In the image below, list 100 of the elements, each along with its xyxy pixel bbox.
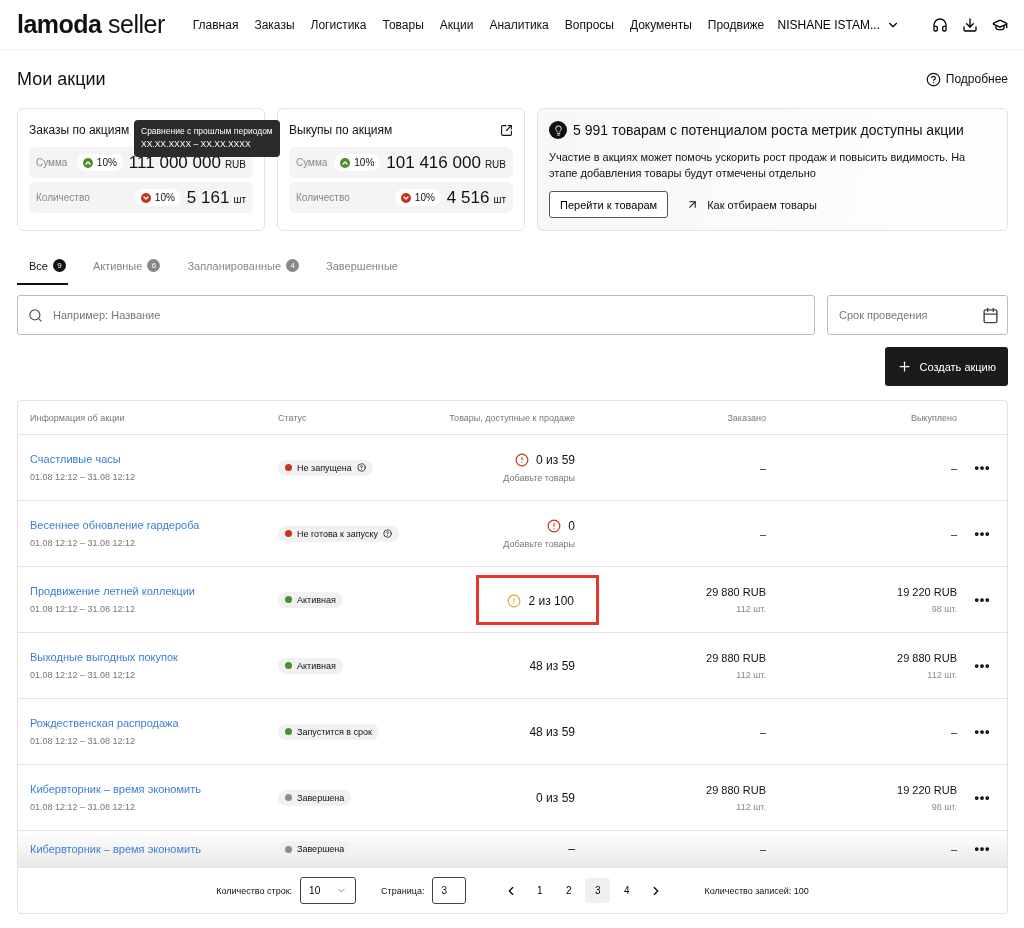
date-range: 01.08 12:12 – 31.08 12:12 (30, 670, 137, 680)
create-button[interactable]: Создать акцию (884, 347, 1008, 386)
nav-link[interactable]: Аналитика (489, 17, 549, 32)
count-badge: 6 (147, 259, 161, 272)
ordered-value: – (759, 527, 766, 540)
bought-value: 19 220 RUB (897, 585, 957, 598)
page-button[interactable]: 3 (585, 878, 611, 903)
ordered-value: – (759, 725, 766, 738)
status-badge: Запустится в срок (278, 723, 379, 740)
nav-link[interactable]: Товары (382, 17, 424, 32)
user-menu[interactable]: NISHANE ISTAM... (777, 17, 900, 32)
search-icon (28, 307, 43, 323)
metric-label: Сумма (296, 157, 329, 168)
metric-value: 101 416 000 RUB (386, 152, 506, 173)
card-title: Заказы по акциям (29, 123, 130, 137)
ordered-value: – (759, 461, 766, 474)
metric-label: Количество (36, 192, 91, 203)
ordered-value: – (759, 843, 766, 855)
hint-text: Добавьте товары (503, 538, 575, 549)
column-header: Информация об акции (30, 412, 126, 423)
bought-value: – (950, 527, 957, 540)
date-range: 01.08 12:12 – 31.08 12:12 (30, 538, 137, 548)
change-badge: 10% (394, 189, 441, 206)
total-records: Количество записей: 100 (704, 885, 809, 896)
bought-value: – (950, 725, 957, 738)
status-badge: Завершена (278, 841, 352, 857)
plus-icon (896, 359, 912, 374)
products-count: 0 из 59 (515, 452, 575, 467)
page-button[interactable]: 4 (614, 878, 640, 903)
column-header: Статус (278, 412, 308, 423)
nav-link[interactable]: Продвиже (707, 17, 765, 32)
promotion-link[interactable]: Кибервторник – время экономить (30, 843, 278, 855)
metric-label: Количество (296, 192, 351, 203)
bought-quantity: 98 шт. (931, 603, 957, 614)
download-icon[interactable] (962, 16, 978, 33)
rows-select[interactable]: 10 (300, 877, 357, 904)
products-count: 0 (547, 518, 575, 533)
date-field[interactable]: Срок проведения (827, 295, 1008, 335)
bought-quantity: 112 шт. (927, 669, 957, 680)
nav-link[interactable]: Логистика (310, 17, 367, 32)
bought-value: – (950, 461, 957, 474)
date-range: 01.08 12:12 – 31.08 12:12 (30, 802, 137, 812)
date-range: 01.08 12:12 – 31.08 12:12 (30, 604, 137, 614)
metric-value: 4 516 шт (446, 187, 506, 208)
products-count: 48 из 59 (529, 658, 575, 673)
bought-value: 19 220 RUB (897, 783, 957, 796)
bought-quantity: 98 шт. (931, 801, 957, 812)
tab[interactable]: Активные 6 (80, 249, 163, 285)
rows-label: Количество строк: (216, 885, 293, 896)
tooltip: Сравнение с прошлым периодом XX.XX.XXXX – XX.XX.XXXX (134, 120, 280, 157)
date-range: 01.08 12:12 – 31.08 12:12 (30, 472, 137, 482)
ordered-quantity: 112 шт. (736, 801, 766, 812)
status-badge: Завершена (278, 789, 352, 806)
column-header: Выкуплено (909, 412, 957, 423)
ordered-quantity: 112 шт. (736, 669, 766, 680)
headphones-icon[interactable] (932, 16, 948, 33)
help-icon (925, 71, 941, 87)
page-button[interactable]: 1 (527, 878, 553, 903)
promotion-link[interactable]: Выходные выгодных покупок (30, 651, 278, 663)
calendar-icon (982, 306, 999, 324)
count-badge: 4 (286, 259, 300, 272)
change-badge: 10% (134, 189, 181, 206)
page-button[interactable]: 2 (556, 878, 582, 903)
column-header: Товары, доступные к продаже (448, 412, 575, 423)
nav-link[interactable]: Документы (629, 17, 692, 32)
help-icon[interactable] (356, 463, 366, 472)
external-link-icon[interactable] (500, 123, 513, 137)
nav-link[interactable]: Акции (439, 17, 474, 32)
products-count: 48 из 59 (529, 724, 575, 739)
info-link[interactable]: Как отбираем товары (686, 198, 817, 211)
promo-text: Участие в акциях может помочь ускорить рост продаж и повысить видимость. На этапе добавления товары будут отмечены отдельно (549, 150, 967, 181)
count-badge: 9 (52, 259, 66, 272)
tab[interactable]: Запланированные 4 (175, 249, 302, 285)
page-label: Страница: (381, 885, 425, 896)
nav-link[interactable]: Главная (192, 17, 239, 32)
promotion-link[interactable]: Счастливые часы (30, 453, 278, 465)
promotion-link[interactable]: Рождественская распродажа (30, 717, 278, 729)
help-icon[interactable] (383, 529, 392, 538)
tab[interactable]: Все 9 (17, 249, 68, 285)
hint-text: Добавьте товары (503, 472, 575, 483)
date-range: 01.08 12:12 – 31.08 12:12 (30, 736, 137, 746)
status-badge: Активная (278, 591, 343, 608)
status-badge: Не запущена (278, 459, 373, 476)
nav-link[interactable]: Заказы (254, 17, 295, 32)
lightbulb-icon (549, 121, 567, 139)
ordered-value: 29 880 RUB (706, 651, 766, 664)
products-count: 0 из 59 (536, 790, 575, 805)
promotion-link[interactable]: Продвижение летней коллекции (30, 585, 278, 597)
help-link[interactable]: Подробнее (925, 71, 1008, 87)
metric-label: Сумма (36, 157, 69, 168)
ordered-quantity: 112 шт. (736, 603, 766, 614)
promotion-link[interactable]: Весеннее обновление гардероба (30, 519, 278, 531)
logo: lamoda seller (17, 10, 165, 39)
go-to-products-button[interactable]: Перейти к товарам (549, 191, 669, 218)
page-input[interactable]: 3 (432, 877, 467, 904)
nav-link[interactable]: Вопросы (564, 17, 614, 32)
tab[interactable]: Завершенные (314, 249, 400, 285)
search-field[interactable]: Например: Название (17, 295, 815, 335)
promotion-link[interactable]: Кибервторник – время экономить (30, 783, 278, 795)
bought-value: 29 880 RUB (897, 651, 957, 664)
